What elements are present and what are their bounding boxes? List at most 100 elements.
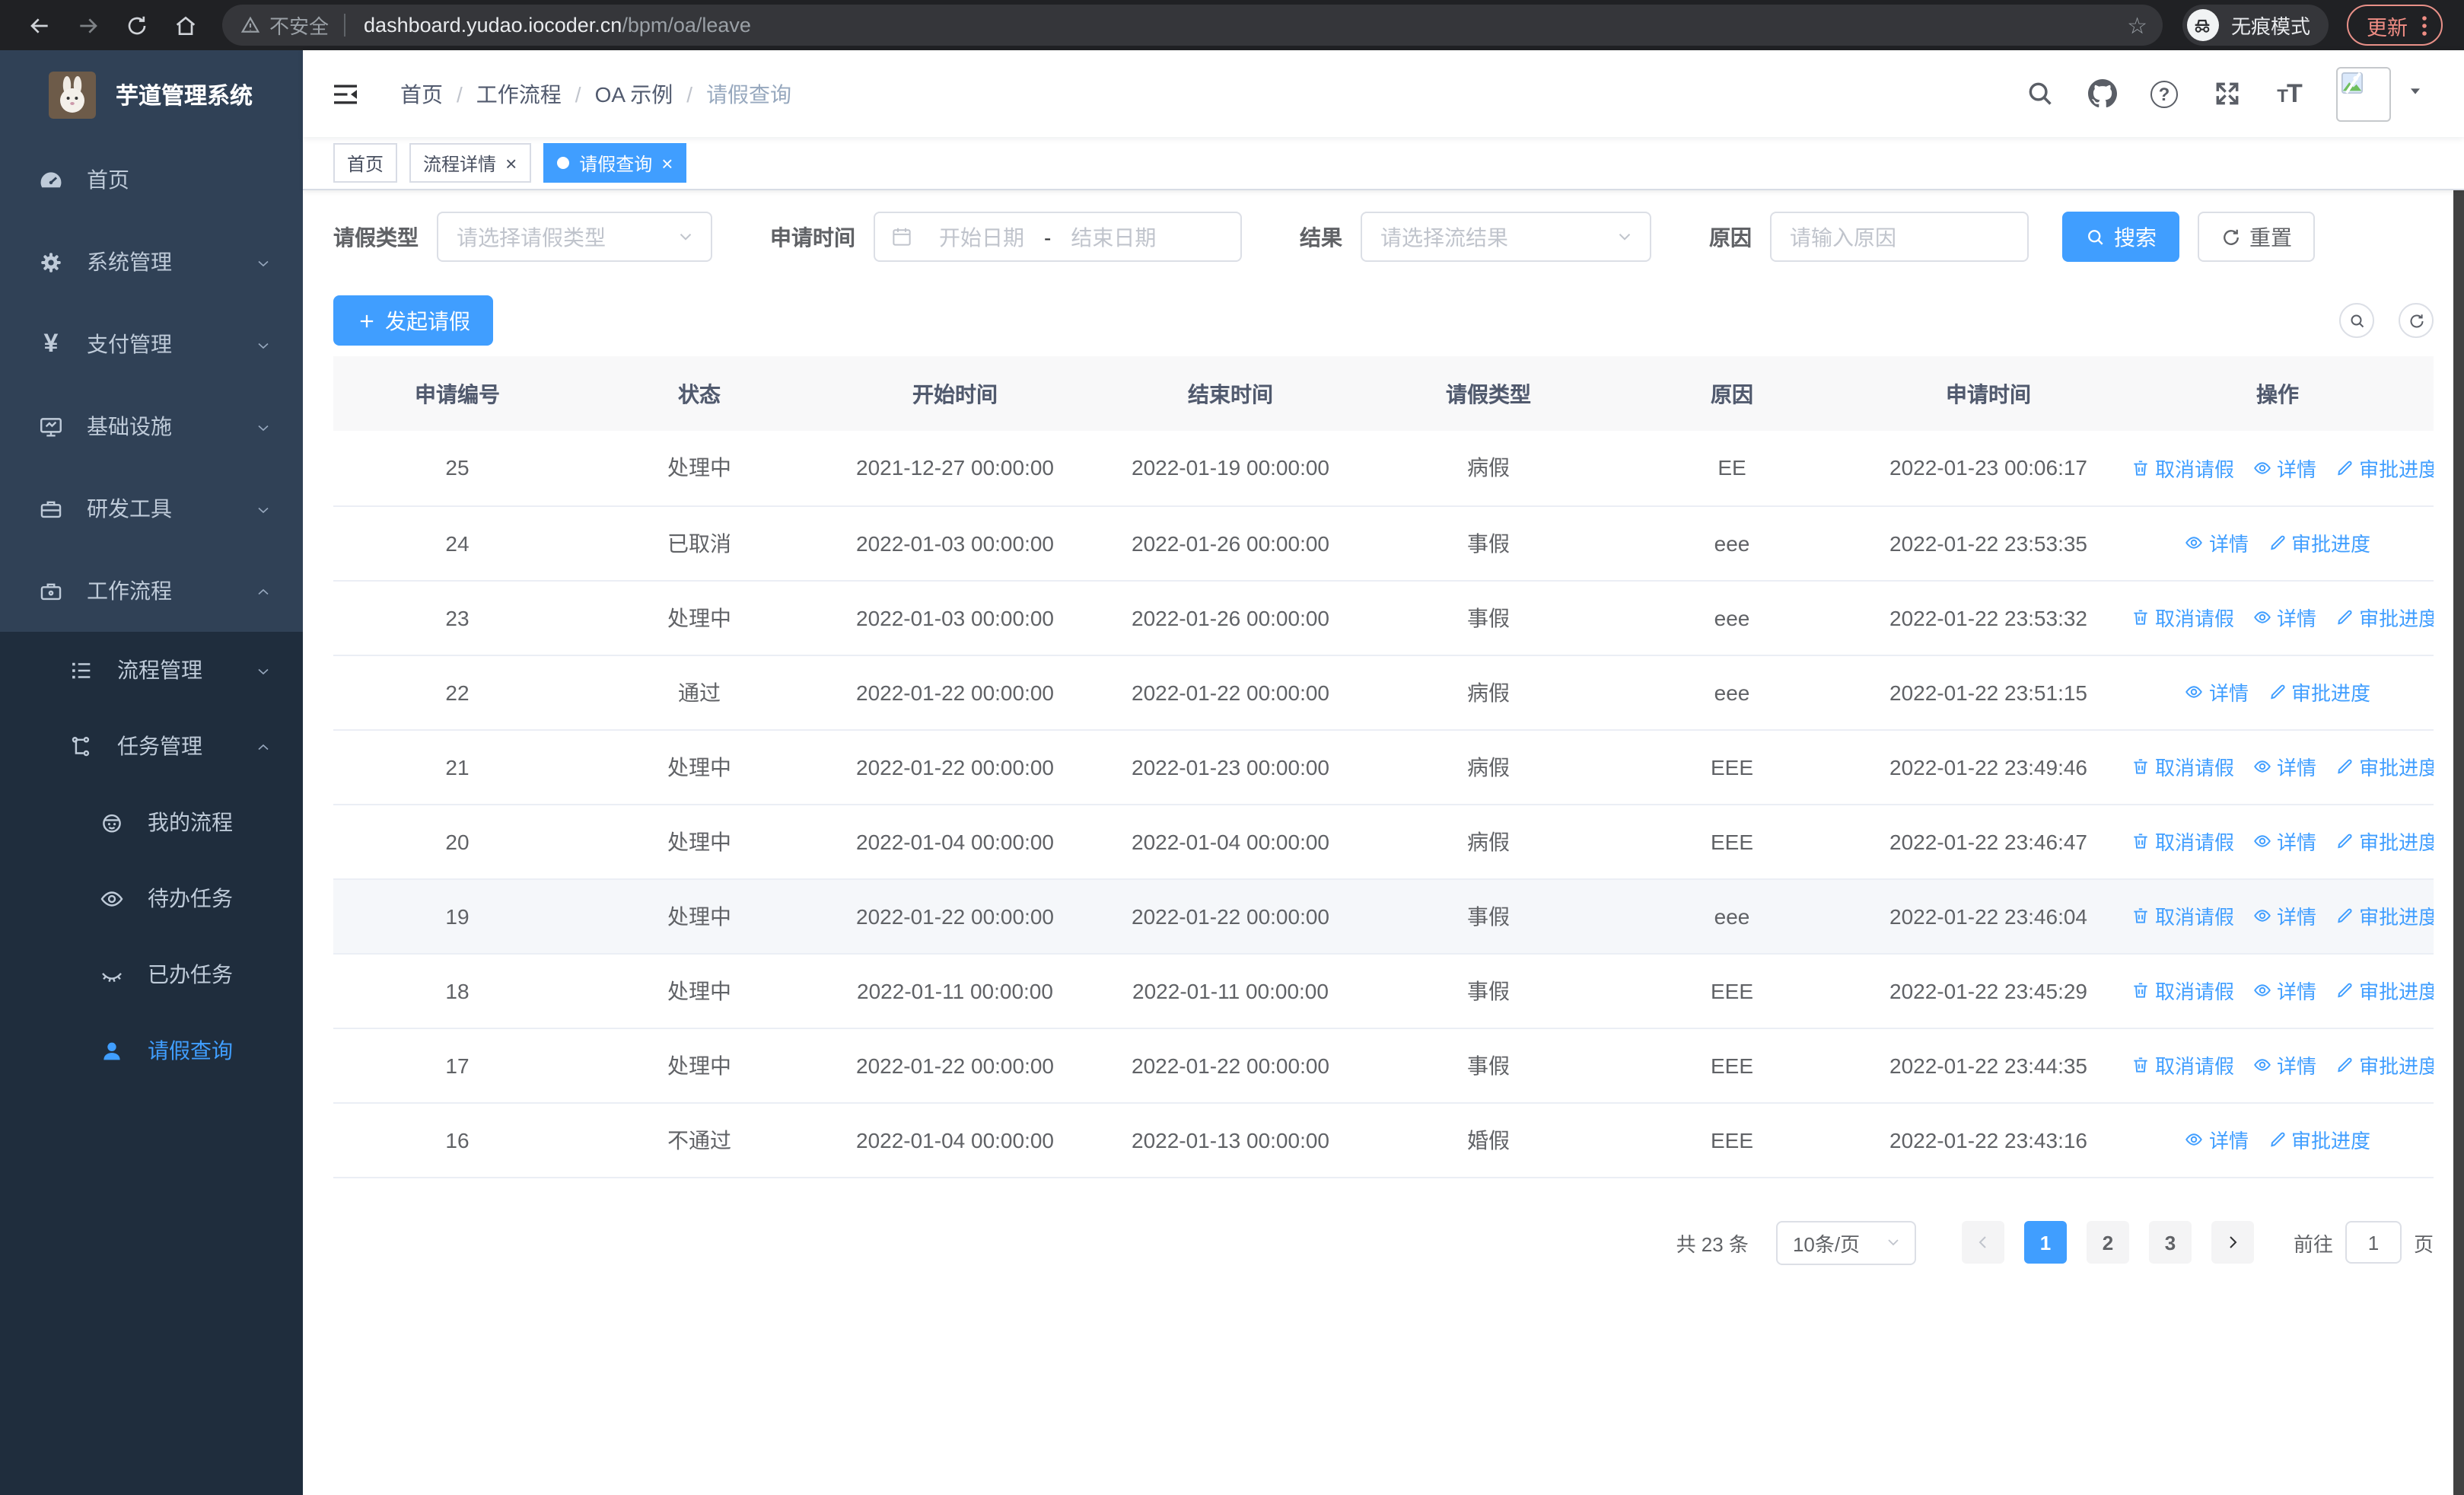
caret-down-icon[interactable] <box>2406 80 2424 107</box>
sidebar-item-payment[interactable]: ¥ 支付管理 <box>0 303 303 385</box>
apply-time-range-picker[interactable]: - <box>874 212 1242 262</box>
detail-link[interactable]: 详情 <box>2252 454 2316 483</box>
cell-apply-time: 2022-01-22 23:45:29 <box>1855 953 2122 1028</box>
prev-page-button[interactable] <box>1961 1221 2004 1264</box>
sidebar-item-leave-query[interactable]: 请假查询 <box>0 1012 303 1089</box>
detail-link[interactable]: 详情 <box>2252 901 2316 930</box>
goto-page-input[interactable] <box>2345 1221 2402 1264</box>
detail-link[interactable]: 详情 <box>2185 528 2249 557</box>
incognito-badge: 无痕模式 <box>2182 5 2329 46</box>
collapse-sidebar-icon[interactable] <box>330 78 361 109</box>
refresh-table-button[interactable] <box>2399 303 2434 338</box>
create-leave-button[interactable]: 发起请假 <box>333 295 493 346</box>
home-icon[interactable] <box>173 13 198 37</box>
approval-progress-link[interactable]: 审批进度 <box>2335 901 2434 930</box>
sidebar-item-devtools[interactable]: 研发工具 <box>0 467 303 550</box>
next-page-button[interactable] <box>2211 1221 2254 1264</box>
scrollbar[interactable] <box>2453 50 2464 1495</box>
detail-link[interactable]: 详情 <box>2252 603 2316 632</box>
sidebar-item-label: 首页 <box>87 167 129 192</box>
cell-end-time: 2022-01-23 00:00:00 <box>1093 729 1368 805</box>
chevron-down-icon <box>254 499 272 518</box>
tab-leave-query[interactable]: 请假查询 × <box>543 143 687 183</box>
approval-progress-link[interactable]: 审批进度 <box>2335 976 2434 1005</box>
cell-end-time: 2022-01-26 00:00:00 <box>1093 580 1368 655</box>
cancel-leave-link[interactable]: 取消请假 <box>2131 976 2234 1005</box>
detail-link[interactable]: 详情 <box>2252 827 2316 856</box>
edit-icon <box>2270 535 2284 550</box>
start-date-input[interactable] <box>922 225 1041 249</box>
page-button-2[interactable]: 2 <box>2086 1221 2129 1264</box>
cancel-leave-link[interactable]: 取消请假 <box>2131 901 2234 930</box>
search-icon[interactable] <box>2024 78 2055 109</box>
approval-progress-link[interactable]: 审批进度 <box>2267 1125 2370 1154</box>
tab-home[interactable]: 首页 <box>333 143 398 183</box>
cancel-leave-link[interactable]: 取消请假 <box>2131 752 2234 781</box>
face-icon <box>97 808 126 837</box>
search-button[interactable]: 搜索 <box>2062 212 2179 262</box>
reload-icon[interactable] <box>125 13 149 37</box>
sidebar-item-task-mgmt[interactable]: 任务管理 <box>0 708 303 784</box>
detail-link[interactable]: 详情 <box>2252 752 2316 781</box>
back-icon[interactable] <box>27 13 52 37</box>
cancel-leave-link[interactable]: 取消请假 <box>2131 827 2234 856</box>
sidebar-item-infra[interactable]: 基础设施 <box>0 385 303 467</box>
sidebar-item-todo-tasks[interactable]: 待办任务 <box>0 860 303 936</box>
tab-process-detail[interactable]: 流程详情 × <box>409 143 531 183</box>
sidebar-item-home[interactable]: 首页 <box>0 139 303 221</box>
sidebar-item-process-mgmt[interactable]: 流程管理 <box>0 632 303 708</box>
detail-link[interactable]: 详情 <box>2185 677 2249 706</box>
approval-progress-link[interactable]: 审批进度 <box>2335 603 2434 632</box>
logo-image <box>49 71 96 118</box>
cancel-leave-link[interactable]: 取消请假 <box>2131 454 2234 483</box>
sidebar-item-label: 流程管理 <box>117 658 202 682</box>
close-icon[interactable]: × <box>661 153 673 173</box>
detail-link[interactable]: 详情 <box>2252 976 2316 1005</box>
detail-link[interactable]: 详情 <box>2252 1050 2316 1079</box>
sidebar-item-done-tasks[interactable]: 已办任务 <box>0 936 303 1012</box>
avatar[interactable] <box>2336 66 2391 121</box>
font-size-icon[interactable]: TT <box>2274 78 2304 109</box>
range-separator: - <box>1044 225 1052 249</box>
approval-progress-link[interactable]: 审批进度 <box>2267 528 2370 557</box>
cell-id: 20 <box>333 804 581 879</box>
bookmark-star-icon[interactable]: ☆ <box>2127 11 2147 39</box>
page-button-3[interactable]: 3 <box>2148 1221 2192 1264</box>
cancel-leave-link[interactable]: 取消请假 <box>2131 1050 2234 1079</box>
page-size-select[interactable]: 10条/页 <box>1775 1220 1916 1264</box>
approval-progress-link[interactable]: 审批进度 <box>2335 454 2434 483</box>
close-icon[interactable]: × <box>505 153 517 173</box>
reason-input[interactable] <box>1770 212 2029 262</box>
approval-progress-link[interactable]: 审批进度 <box>2335 827 2434 856</box>
sidebar-item-label: 工作流程 <box>87 579 172 603</box>
github-icon[interactable] <box>2087 78 2117 109</box>
cancel-leave-link[interactable]: 取消请假 <box>2131 603 2234 632</box>
approval-progress-link[interactable]: 审批进度 <box>2335 1050 2434 1079</box>
sidebar-item-my-process[interactable]: 我的流程 <box>0 784 303 860</box>
sidebar-item-workflow[interactable]: 工作流程 <box>0 550 303 632</box>
cell-start-time: 2022-01-22 00:00:00 <box>817 878 1093 954</box>
breadcrumb-item[interactable]: 工作流程 <box>476 78 562 109</box>
leave-type-select[interactable]: 请选择请假类型 <box>437 212 712 262</box>
result-select[interactable]: 请选择流结果 <box>1361 212 1651 262</box>
update-button[interactable]: 更新 <box>2347 5 2443 46</box>
sidebar-item-system[interactable]: 系统管理 <box>0 221 303 303</box>
breadcrumb-item[interactable]: 首页 <box>400 78 443 109</box>
cell-apply-time: 2022-01-22 23:44:35 <box>1855 1028 2122 1103</box>
approval-progress-link[interactable]: 审批进度 <box>2267 677 2370 706</box>
chevron-down-icon <box>254 335 272 353</box>
detail-link[interactable]: 详情 <box>2185 1125 2249 1154</box>
approval-progress-link[interactable]: 审批进度 <box>2335 752 2434 781</box>
monitor-icon <box>37 412 65 441</box>
forward-icon[interactable] <box>76 13 100 37</box>
view-icon <box>2254 461 2271 474</box>
breadcrumb-item[interactable]: OA 示例 <box>595 78 673 109</box>
fullscreen-icon[interactable] <box>2211 78 2242 109</box>
address-bar[interactable]: 不安全 dashboard.yudao.iocoder.cn/bpm/oa/le… <box>222 5 2163 46</box>
cell-id: 16 <box>333 1102 581 1178</box>
page-button-1[interactable]: 1 <box>2023 1221 2067 1264</box>
end-date-input[interactable] <box>1054 225 1173 249</box>
show-search-button[interactable] <box>2339 303 2374 338</box>
help-icon[interactable]: ? <box>2149 78 2179 109</box>
reset-button[interactable]: 重置 <box>2198 212 2315 262</box>
